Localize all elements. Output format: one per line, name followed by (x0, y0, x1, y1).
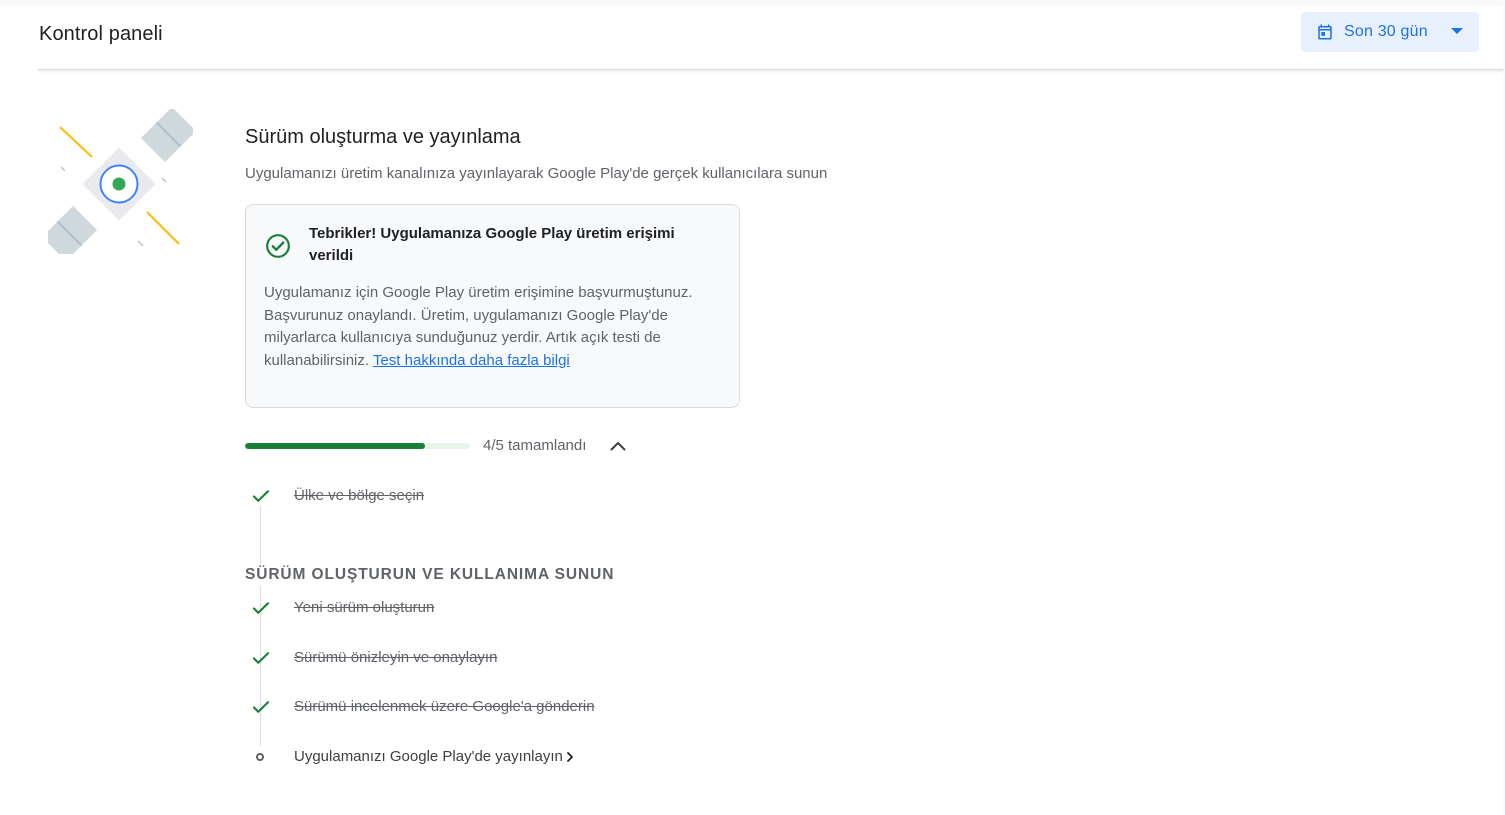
check-icon (252, 490, 270, 502)
page-title: Kontrol paneli (39, 23, 163, 45)
production-access-notice: Tebrikler! Uygulamanıza Google Play üret… (245, 204, 740, 408)
chevron-up-icon[interactable] (608, 437, 628, 455)
step-item-create-release[interactable]: Yeni sürüm oluşturun (250, 597, 434, 619)
step-item-submit-review[interactable]: Sürümü incelenmek üzere Google'a gönderi… (250, 696, 595, 718)
section-subtitle: Uygulamanızı üretim kanalınıza yayınlaya… (245, 165, 828, 182)
calendar-icon (1318, 24, 1332, 40)
top-bar: Kontrol paneli Son 30 gün (0, 6, 1503, 70)
step-item-publish-app[interactable]: Uygulamanızı Google Play'de yayınlayın (250, 746, 573, 768)
step-label-link[interactable]: Uygulamanızı Google Play'de yayınlayın (294, 747, 575, 767)
step-label: Ülke ve bölge seçin (294, 487, 425, 504)
progress-bar (245, 443, 470, 449)
group-heading: SÜRÜM OLUŞTURUN VE KULLANIMA SUNUN (245, 566, 615, 583)
check-icon (252, 602, 270, 614)
step-label: Sürümü incelenmek üzere Google'a gönderi… (294, 698, 595, 715)
date-range-label: Son 30 gün (1344, 23, 1428, 40)
learn-more-testing-link[interactable]: Test hakkında daha fazla bilgi (373, 352, 570, 369)
step-connector (260, 506, 261, 564)
satellite-illustration (48, 109, 193, 254)
step-label: Yeni sürüm oluşturun (294, 599, 435, 616)
notice-body: Uygulamanız için Google Play üretim eriş… (264, 282, 724, 372)
date-range-button[interactable]: Son 30 gün (1301, 12, 1479, 52)
check-icon (252, 701, 270, 713)
step-item-country[interactable]: Ülke ve bölge seçin (250, 485, 424, 507)
step-item-preview-release[interactable]: Sürümü önizleyin ve onaylayın (250, 647, 497, 669)
notice-title: Tebrikler! Uygulamanıza Google Play üret… (309, 225, 675, 264)
check-circle-icon (266, 234, 290, 258)
arrow-drop-down-icon (1451, 28, 1463, 34)
section-title: Sürüm oluşturma ve yayınlama (245, 126, 521, 148)
chevron-right-icon (566, 752, 573, 762)
header-divider (38, 69, 1503, 70)
progress-label: 4/5 tamamlandı (483, 437, 587, 454)
check-icon (252, 652, 270, 664)
dashboard-page: Kontrol paneli Son 30 gün Sürüm oluşturm… (0, 6, 1503, 815)
progress-bar-fill (245, 443, 425, 449)
step-label: Uygulamanızı Google Play'de yayınlayın (294, 748, 563, 765)
step-label: Sürümü önizleyin ve onaylayın (294, 649, 498, 666)
pending-step-icon (256, 753, 264, 761)
